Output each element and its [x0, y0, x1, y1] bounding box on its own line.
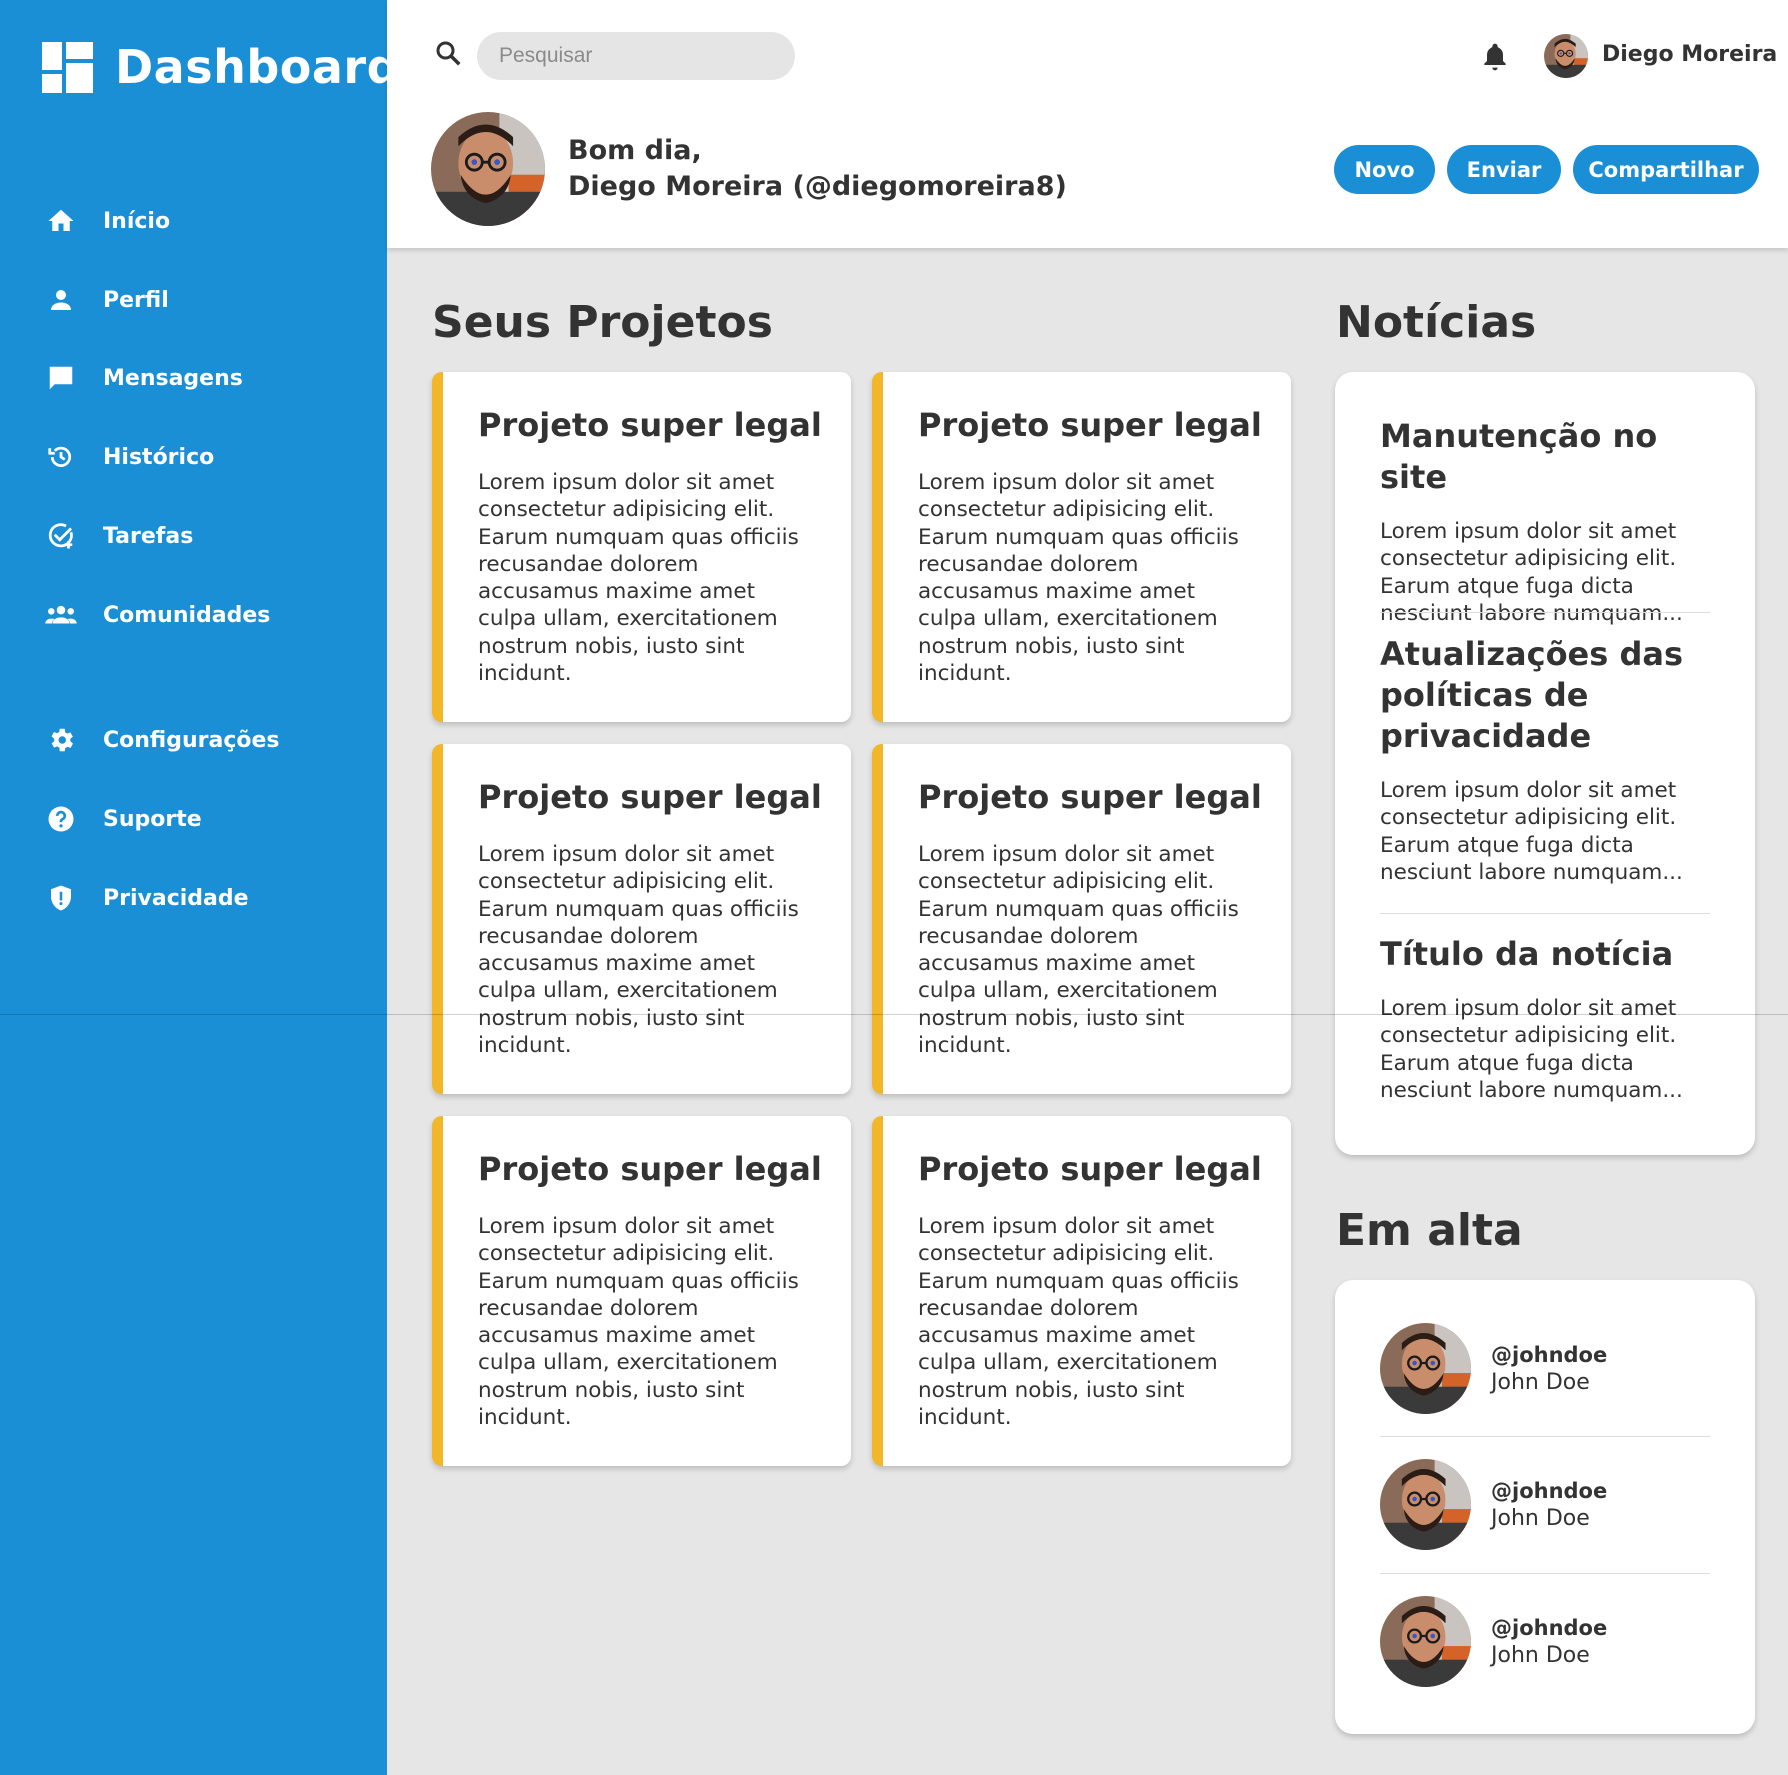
greeting: Bom dia, Diego Moreira (@diegomoreira8)	[568, 133, 1067, 205]
sidebar-item-perfil[interactable]: Perfil	[44, 283, 169, 317]
project-description: Lorem ipsum dolor sit amet consectetur a…	[918, 842, 1239, 1059]
avatar[interactable]	[1544, 34, 1588, 78]
chat-icon	[44, 361, 78, 395]
project-description: Lorem ipsum dolor sit amet consectetur a…	[918, 470, 1239, 687]
avatar	[1380, 1459, 1471, 1550]
sidebar-item-configuracoes[interactable]: Configurações	[44, 723, 280, 757]
bell-icon[interactable]	[1479, 40, 1511, 78]
project-title: Projeto super legal	[918, 778, 1262, 816]
news-item-title: Manutenção no site	[1380, 417, 1658, 496]
project-description: Lorem ipsum dolor sit amet consectetur a…	[478, 1214, 799, 1431]
user-handle: @johndoe	[1491, 1478, 1608, 1503]
news-title: Notícias	[1336, 297, 1537, 348]
news-item-text: Lorem ipsum dolor sit amet consectetur a…	[1380, 519, 1683, 626]
news-item-text: Lorem ipsum dolor sit amet consectetur a…	[1380, 996, 1683, 1103]
project-card[interactable]: Projeto super legal Lorem ipsum dolor si…	[432, 372, 851, 722]
user-name[interactable]: Diego Moreira	[1602, 42, 1777, 67]
greeting-user: Diego Moreira (@diegomoreira8)	[568, 171, 1067, 202]
trending-panel: @johndoe John Doe @johndoe John Doe @joh…	[1335, 1280, 1755, 1734]
sidebar-item-label: Mensagens	[103, 365, 243, 391]
greeting-line: Bom dia,	[568, 135, 702, 166]
search-input[interactable]	[477, 32, 795, 80]
sidebar-item-label: Suporte	[103, 806, 202, 832]
profile-avatar	[431, 112, 545, 226]
header: Diego Moreira Bom dia, Diego Moreira (@d…	[387, 0, 1788, 248]
user-display-name: John Doe	[1491, 1369, 1590, 1395]
sidebar: Dashboard Início Perfil Mensagens Histór…	[0, 0, 400, 1775]
projects-title: Seus Projetos	[432, 297, 773, 348]
sidebar-item-label: Perfil	[103, 287, 169, 313]
news-item[interactable]: Título da notícia Lorem ipsum dolor sit …	[1380, 934, 1710, 1104]
gear-icon	[44, 723, 78, 757]
news-item-title: Atualizações das políticas de privacidad…	[1380, 635, 1683, 755]
help-icon	[44, 802, 78, 836]
project-title: Projeto super legal	[478, 406, 822, 444]
task-check-icon	[44, 519, 78, 553]
divider	[1380, 913, 1710, 914]
search-icon[interactable]	[433, 38, 463, 72]
divider	[1380, 612, 1710, 613]
project-card[interactable]: Projeto super legal Lorem ipsum dolor si…	[872, 1116, 1291, 1466]
sidebar-item-privacidade[interactable]: Privacidade	[44, 881, 249, 915]
new-button[interactable]: Novo	[1334, 145, 1435, 194]
project-description: Lorem ipsum dolor sit amet consectetur a…	[478, 842, 799, 1059]
news-panel: Manutenção no site Lorem ipsum dolor sit…	[1335, 372, 1755, 1155]
horizontal-guide-line	[0, 1014, 1788, 1015]
project-description: Lorem ipsum dolor sit amet consectetur a…	[478, 470, 799, 687]
sidebar-item-historico[interactable]: Histórico	[44, 440, 214, 474]
news-item[interactable]: Manutenção no site Lorem ipsum dolor sit…	[1380, 416, 1710, 627]
sidebar-item-label: Início	[103, 208, 171, 234]
news-item-title: Título da notícia	[1380, 935, 1674, 973]
news-item-text: Lorem ipsum dolor sit amet consectetur a…	[1380, 778, 1683, 885]
trending-user[interactable]: @johndoe John Doe	[1380, 1323, 1607, 1414]
sidebar-item-label: Tarefas	[103, 523, 194, 549]
sidebar-item-inicio[interactable]: Início	[44, 204, 170, 238]
user-display-name: John Doe	[1491, 1505, 1590, 1531]
home-icon	[44, 204, 78, 238]
dashboard-logo-icon	[42, 41, 93, 93]
share-button[interactable]: Compartilhar	[1573, 145, 1759, 194]
sidebar-item-suporte[interactable]: Suporte	[44, 802, 202, 836]
project-title: Projeto super legal	[918, 406, 1262, 444]
sidebar-item-tarefas[interactable]: Tarefas	[44, 519, 193, 553]
brand[interactable]: Dashboard	[42, 40, 400, 94]
user-handle: @johndoe	[1491, 1342, 1608, 1367]
brand-title: Dashboard	[115, 40, 401, 94]
project-description: Lorem ipsum dolor sit amet consectetur a…	[918, 1214, 1239, 1431]
divider	[1380, 1573, 1710, 1574]
trending-user[interactable]: @johndoe John Doe	[1380, 1596, 1607, 1687]
person-icon	[44, 283, 78, 317]
sidebar-item-mensagens[interactable]: Mensagens	[44, 361, 243, 395]
sidebar-item-label: Comunidades	[103, 602, 271, 628]
trending-user[interactable]: @johndoe John Doe	[1380, 1459, 1607, 1550]
project-title: Projeto super legal	[918, 1150, 1262, 1188]
project-card[interactable]: Projeto super legal Lorem ipsum dolor si…	[432, 1116, 851, 1466]
sidebar-item-label: Histórico	[103, 444, 215, 470]
project-card[interactable]: Projeto super legal Lorem ipsum dolor si…	[872, 744, 1291, 1094]
user-display-name: John Doe	[1491, 1642, 1590, 1668]
history-icon	[44, 440, 78, 474]
project-card[interactable]: Projeto super legal Lorem ipsum dolor si…	[432, 744, 851, 1094]
sidebar-item-comunidades[interactable]: Comunidades	[44, 598, 270, 632]
group-icon	[44, 598, 78, 632]
shield-icon	[44, 881, 78, 915]
avatar	[1380, 1323, 1471, 1414]
avatar	[1380, 1596, 1471, 1687]
user-handle: @johndoe	[1491, 1615, 1608, 1640]
trending-title: Em alta	[1336, 1205, 1523, 1256]
project-title: Projeto super legal	[478, 778, 822, 816]
news-item[interactable]: Atualizações das políticas de privacidad…	[1380, 634, 1710, 886]
project-card[interactable]: Projeto super legal Lorem ipsum dolor si…	[872, 372, 1291, 722]
sidebar-item-label: Configurações	[103, 727, 280, 753]
project-title: Projeto super legal	[478, 1150, 822, 1188]
sidebar-item-label: Privacidade	[103, 885, 249, 911]
send-button[interactable]: Enviar	[1447, 145, 1561, 194]
divider	[1380, 1436, 1710, 1437]
